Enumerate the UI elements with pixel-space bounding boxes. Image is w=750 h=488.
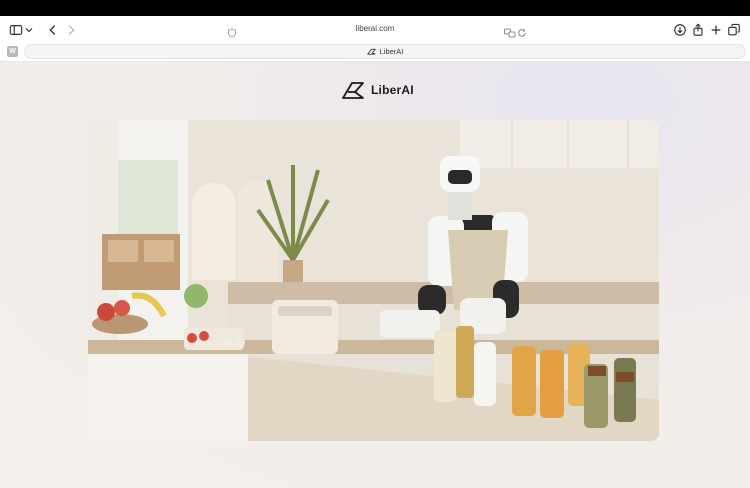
brand-logo[interactable]: LiberAI (341, 80, 414, 100)
translate-icon[interactable] (504, 25, 516, 38)
reload-icon[interactable] (517, 25, 527, 37)
humanoid-robot-kitchen-image (88, 120, 659, 441)
tab-bar: W LiberAI (0, 44, 750, 62)
share-icon[interactable] (690, 22, 706, 38)
back-icon[interactable] (45, 22, 61, 38)
system-top-bar (0, 0, 750, 16)
liberai-logo-icon (342, 82, 364, 99)
brand-name: LiberAI (371, 83, 414, 97)
web-page: LiberAI (0, 62, 750, 488)
chevron-down-icon[interactable] (23, 22, 35, 38)
sidebar-icon[interactable] (8, 22, 24, 38)
tab-title: LiberAI (379, 47, 404, 56)
download-icon[interactable] (672, 22, 688, 38)
forward-icon[interactable] (63, 22, 79, 38)
plus-icon[interactable] (708, 22, 724, 38)
tab-favicon: W (7, 46, 18, 57)
url-field[interactable]: liberai.com (300, 24, 450, 33)
privacy-shield-icon (227, 25, 237, 38)
browser-toolbar: liberai.com (0, 16, 750, 44)
browser-chrome: liberai.com W LiberAI (0, 16, 750, 62)
liberai-logo-icon (366, 48, 376, 55)
tab-liberai[interactable]: LiberAI (24, 44, 746, 59)
tabs-overview-icon[interactable] (726, 22, 742, 38)
